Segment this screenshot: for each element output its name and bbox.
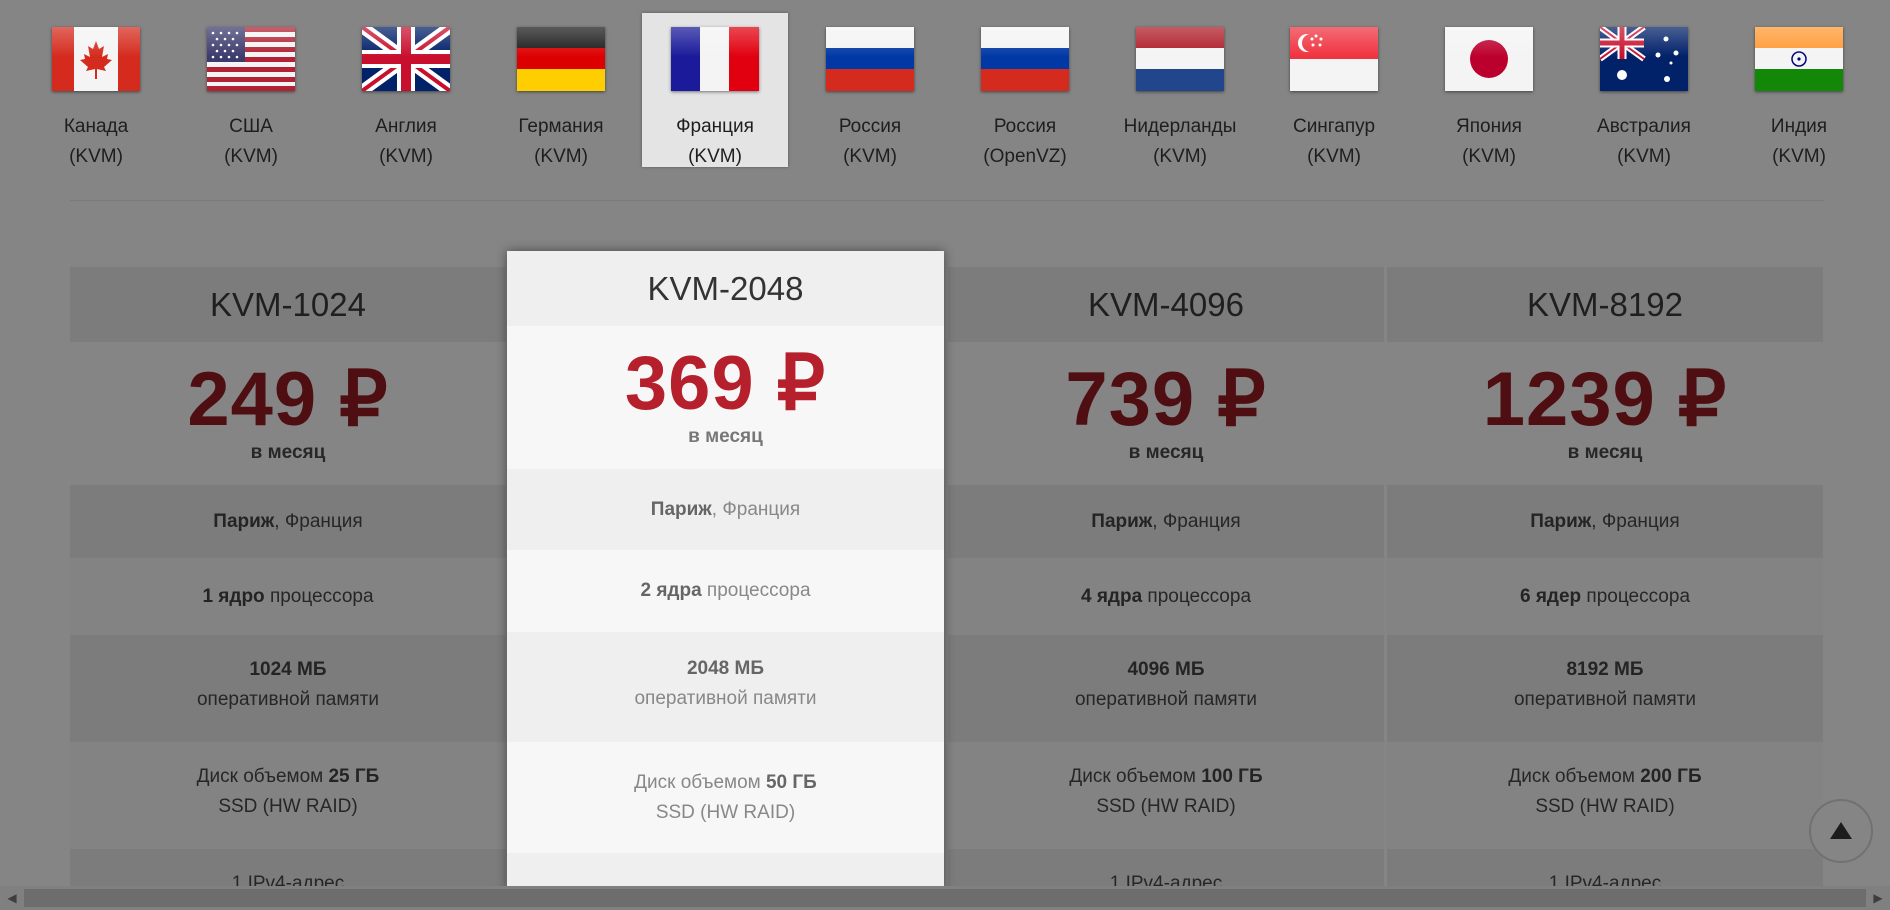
tab-label: Россия [993,116,1057,137]
plan-price: 739 ₽ [1065,357,1267,442]
plan-disk: Диск объемом 25 ГБ SSD (HW RAID) [196,766,380,817]
plan-disk: Диск объемом 200 ГБ SSD (HW RAID) [1508,766,1702,817]
scroll-right-arrow-icon[interactable]: ▶ [1870,890,1886,906]
plan-period: в месяц [1567,442,1643,463]
tab-type: (KVM) [1307,146,1361,167]
plan-name: KVM-2048 [507,251,944,326]
plan-card-kvm-8192[interactable]: KVM-8192 1239 ₽ в месяц Париж, Франция 6… [1387,267,1823,909]
tab-label: Нидерланды [1123,116,1237,137]
australia-flag-icon [1600,27,1688,91]
tab-type: (KVM) [534,146,588,167]
tab-label: Франция [676,116,754,137]
tab-france[interactable]: Франция (KVM) [642,13,788,167]
tab-label: Индия [1770,116,1828,137]
arrow-up-icon [1830,822,1852,839]
tab-type: (KVM) [1153,146,1207,167]
plan-period: в месяц [250,442,326,463]
tab-japan[interactable]: Япония (KVM) [1416,13,1562,167]
tab-label: США [229,116,273,137]
netherlands-flag-icon [1136,27,1224,91]
canada-flag-icon [52,27,140,91]
scroll-left-arrow-icon[interactable]: ◀ [4,890,20,906]
singapore-flag-icon [1290,27,1378,91]
tab-type: (KVM) [1462,146,1516,167]
plan-location: Париж, Франция [507,469,944,550]
tab-usa[interactable]: США (KVM) [178,13,324,167]
plan-card-kvm-4096[interactable]: KVM-4096 739 ₽ в месяц Париж, Франция 4 … [948,267,1384,909]
plan-ram: 2048 МБ оперативной памяти [507,632,944,742]
plan-location: Париж, Франция [948,485,1384,558]
tab-label: Канада [63,116,129,137]
tab-type: (OpenVZ) [983,146,1067,167]
plan-card-kvm-2048[interactable]: KVM-2048 369 ₽ в месяц Париж, Франция 2 … [507,251,944,893]
tab-germany[interactable]: Германия (KVM) [488,13,634,167]
horizontal-scrollbar[interactable]: ◀ ▶ [0,886,1890,910]
plan-cpu: 1 ядро процессора [202,586,374,607]
plan-ram: 4096 МБ оперативной памяти [948,635,1384,742]
tab-singapore[interactable]: Сингапур (KVM) [1261,13,1407,167]
germany-flag-icon [517,27,605,91]
plan-cpu: 4 ядра процессора [1080,586,1252,607]
plan-price: 369 ₽ [624,341,827,426]
plan-period: в месяц [688,426,763,447]
tab-type: (KVM) [224,146,278,167]
tab-russia-openvz[interactable]: Россия (OpenVZ) [952,13,1098,167]
tab-label: Сингапур [1292,116,1376,137]
scroll-top-button[interactable] [1809,799,1873,863]
russia-flag-icon [826,27,914,91]
india-flag-icon [1755,27,1843,91]
plan-location: Париж, Франция [70,485,506,558]
tab-type: (KVM) [1772,146,1826,167]
tab-russia-kvm[interactable]: Россия (KVM) [797,13,943,167]
usa-flag-icon [207,27,295,91]
plan-price: 249 ₽ [187,357,389,442]
plan-cpu: 6 ядер процессора [1519,586,1691,607]
plan-cpu: 2 ядра процессора [640,580,811,601]
plan-disk: Диск объемом 100 ГБ SSD (HW RAID) [1069,766,1263,817]
plan-name: KVM-4096 [948,267,1384,342]
tab-label: Австралия [1597,116,1691,137]
japan-flag-icon [1445,27,1533,91]
tab-label: Россия [838,116,902,137]
tab-label: Германия [518,116,604,137]
tab-type: (KVM) [69,146,123,167]
plan-name: KVM-1024 [70,267,506,342]
scrollbar-thumb[interactable] [24,889,1866,907]
tab-canada[interactable]: Канада (KVM) [23,13,169,167]
tab-netherlands[interactable]: Нидерланды (KVM) [1107,13,1253,167]
tab-label: Англия [375,116,437,137]
plan-ram: 8192 МБ оперативной памяти [1387,635,1823,742]
tab-label: Япония [1456,116,1522,137]
section-divider [70,200,1824,201]
tab-type: (KVM) [843,146,897,167]
tab-uk[interactable]: Англия (KVM) [333,13,479,167]
tab-australia[interactable]: Австралия (KVM) [1571,13,1717,167]
plan-period: в месяц [1128,442,1204,463]
plan-disk: Диск объемом 50 ГБ SSD (HW RAID) [634,772,817,823]
tab-type: (KVM) [688,146,742,167]
plan-ram: 1024 МБ оперативной памяти [70,635,506,742]
france-flag-icon [671,27,759,91]
plan-card-kvm-1024[interactable]: KVM-1024 249 ₽ в месяц Париж, Франция 1 … [70,267,506,909]
plan-price: 1239 ₽ [1482,357,1728,442]
location-tabs: Канада (KVM) США (KVM) Англия (KVM) Германи… [0,0,1890,200]
tab-type: (KVM) [379,146,433,167]
plan-location: Париж, Франция [1387,485,1823,558]
tab-type: (KVM) [1617,146,1671,167]
tab-india[interactable]: Индия (KVM) [1726,13,1872,167]
plan-name: KVM-8192 [1387,267,1823,342]
uk-flag-icon [362,27,450,91]
russia-flag-icon [981,27,1069,91]
